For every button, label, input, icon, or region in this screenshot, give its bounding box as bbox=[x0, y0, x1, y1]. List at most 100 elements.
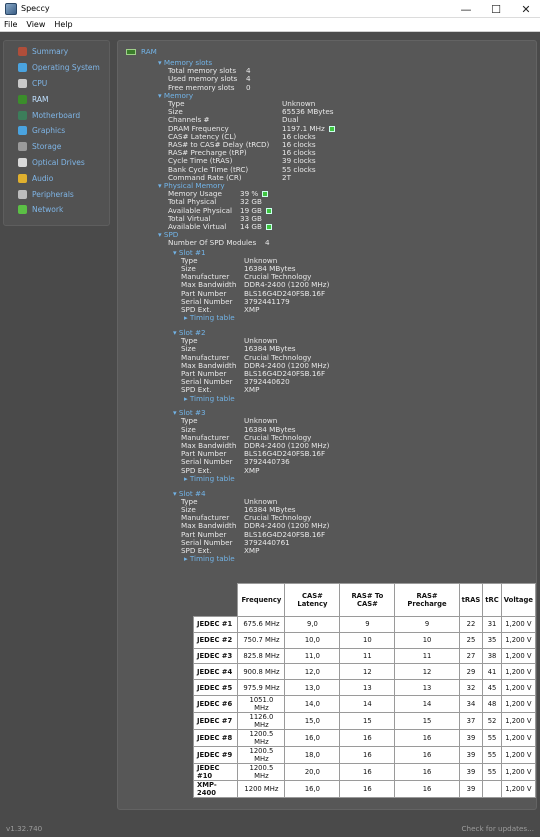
sidebar-item-label: Motherboard bbox=[32, 110, 81, 120]
timing-cell: 1,200 V bbox=[500, 663, 537, 681]
sidebar-item-summary[interactable]: Summary bbox=[4, 44, 109, 60]
timing-cell: 1,200 V bbox=[500, 728, 537, 747]
timing-table-link[interactable]: ▸ Timing table bbox=[184, 474, 235, 483]
timing-cell: 1200.5 MHz bbox=[237, 745, 286, 764]
timing-cell: 1,200 V bbox=[500, 762, 537, 781]
table-row: XMP-2400 1200 MHz 16,0 16 16 39 1,200 V bbox=[192, 779, 537, 798]
timing-cell: 1,200 V bbox=[500, 779, 537, 798]
slot-field-value: XMP bbox=[244, 465, 260, 475]
timing-table: Frequency CAS# Latency RAS# To CAS# RAS# Pr… bbox=[192, 583, 537, 798]
timing-cell: 39 bbox=[458, 728, 484, 747]
window-title: Speccy bbox=[21, 4, 50, 13]
timing-cell: 10 bbox=[339, 631, 396, 649]
profile-name: XMP-2400 bbox=[192, 779, 239, 798]
timing-table-link[interactable]: ▸ Timing table bbox=[184, 313, 235, 322]
timing-cell: 975.9 MHz bbox=[237, 679, 286, 696]
menu-help[interactable]: Help bbox=[54, 20, 72, 29]
timing-table-link[interactable]: ▸ Timing table bbox=[184, 394, 235, 403]
table-row: JEDEC #6 1051.0 MHz 14,0 14 14 34 48 1,200 V bbox=[192, 694, 537, 713]
minimize-button[interactable]: — bbox=[451, 0, 481, 18]
timing-cell: 39 bbox=[458, 779, 484, 798]
slot-field-value: XMP bbox=[244, 545, 260, 555]
timing-cell: 825.8 MHz bbox=[237, 647, 286, 665]
timing-cell: 1200 MHz bbox=[237, 779, 286, 798]
timing-cell: 11,0 bbox=[284, 647, 341, 665]
sidebar-item-cpu[interactable]: CPU bbox=[4, 76, 109, 92]
timing-cell: 14,0 bbox=[284, 694, 341, 713]
sidebar-item-optical-drives[interactable]: Optical Drives bbox=[4, 155, 109, 171]
timing-cell: 1,200 V bbox=[500, 616, 537, 633]
profile-name: JEDEC #10 bbox=[192, 762, 239, 781]
timing-cell: 34 bbox=[458, 694, 484, 713]
sidebar-item-network[interactable]: Network bbox=[4, 202, 109, 218]
timing-cell: 39 bbox=[458, 745, 484, 764]
timing-cell: 37 bbox=[458, 711, 484, 730]
sidebar-item-label: Audio bbox=[32, 173, 54, 183]
timing-cell: 16 bbox=[339, 762, 396, 781]
timing-cell: 16 bbox=[394, 779, 460, 798]
timing-cell: 41 bbox=[482, 663, 502, 681]
timing-cell: 31 bbox=[482, 616, 502, 633]
column-header: CAS# Latency bbox=[284, 583, 341, 617]
column-header: tRAS bbox=[458, 583, 484, 617]
timing-cell: 55 bbox=[482, 762, 502, 781]
table-row: JEDEC #2 750.7 MHz 10,0 10 10 25 35 1,200 V bbox=[192, 631, 537, 649]
ram-details-panel[interactable]: RAM ▾ Memory slots Total memory slots 4 Used… bbox=[117, 40, 537, 810]
status-bar: v1.32.740 Check for updates... bbox=[0, 820, 540, 837]
timing-cell: 12 bbox=[394, 663, 460, 681]
timing-cell: 1,200 V bbox=[500, 679, 537, 696]
check-updates-link[interactable]: Check for updates... bbox=[462, 824, 535, 833]
timing-cell: 22 bbox=[458, 616, 484, 633]
profile-name: JEDEC #4 bbox=[192, 663, 239, 681]
timing-cell: 10 bbox=[394, 631, 460, 649]
table-row: JEDEC #9 1200.5 MHz 18,0 16 16 39 55 1,200 V bbox=[192, 745, 537, 764]
timing-cell: 52 bbox=[482, 711, 502, 730]
column-header: Voltage bbox=[500, 583, 537, 617]
timing-cell: 1,200 V bbox=[500, 631, 537, 649]
motherboard-icon bbox=[18, 110, 27, 120]
timing-cell: 16 bbox=[339, 728, 396, 747]
timing-cell bbox=[482, 779, 502, 798]
sidebar-item-peripherals[interactable]: Peripherals bbox=[4, 186, 109, 202]
sidebar-item-storage[interactable]: Storage bbox=[4, 139, 109, 155]
menu-bar: File View Help bbox=[0, 18, 540, 32]
timing-cell: 15 bbox=[339, 711, 396, 730]
close-button[interactable]: ✕ bbox=[511, 0, 540, 18]
timing-cell: 16 bbox=[394, 728, 460, 747]
sidebar-item-audio[interactable]: Audio bbox=[4, 170, 109, 186]
menu-file[interactable]: File bbox=[4, 20, 17, 29]
timing-cell: 55 bbox=[482, 745, 502, 764]
timing-cell: 29 bbox=[458, 663, 484, 681]
timing-cell: 9,0 bbox=[284, 616, 341, 633]
timing-cell: 20,0 bbox=[284, 762, 341, 781]
profile-name: JEDEC #9 bbox=[192, 745, 239, 764]
timing-table-link[interactable]: ▸ Timing table bbox=[184, 554, 235, 563]
sidebar-item-label: Graphics bbox=[32, 126, 66, 136]
table-row: JEDEC #4 900.8 MHz 12,0 12 12 29 41 1,200 V bbox=[192, 663, 537, 681]
timing-cell: 1,200 V bbox=[500, 711, 537, 730]
sidebar-item-graphics[interactable]: Graphics bbox=[4, 123, 109, 139]
profile-name: JEDEC #7 bbox=[192, 711, 239, 730]
slot-field-value: XMP bbox=[244, 305, 260, 314]
monitor-icon bbox=[18, 126, 27, 136]
summary-icon bbox=[18, 47, 27, 57]
sidebar-item-label: RAM bbox=[32, 94, 49, 104]
version-label: v1.32.740 bbox=[6, 824, 43, 833]
timing-cell: 15,0 bbox=[284, 711, 341, 730]
ram-icon bbox=[18, 94, 27, 104]
maximize-button[interactable]: ☐ bbox=[481, 0, 511, 18]
timing-cell: 1,200 V bbox=[500, 647, 537, 665]
menu-view[interactable]: View bbox=[26, 20, 45, 29]
table-row: JEDEC #5 975.9 MHz 13,0 13 13 32 45 1,200 V bbox=[192, 679, 537, 696]
profile-name: JEDEC #5 bbox=[192, 679, 239, 696]
sidebar-item-ram[interactable]: RAM bbox=[4, 91, 109, 107]
sidebar-item-operating-system[interactable]: Operating System bbox=[4, 60, 109, 76]
speccy-app-icon bbox=[5, 2, 17, 15]
timing-cell: 675.6 MHz bbox=[237, 616, 286, 633]
timing-cell: 16 bbox=[339, 745, 396, 764]
sidebar-item-motherboard[interactable]: Motherboard bbox=[4, 107, 109, 123]
timing-cell: 16,0 bbox=[284, 779, 341, 798]
timing-cell: 9 bbox=[394, 616, 460, 633]
timing-cell: 39 bbox=[458, 762, 484, 781]
timing-cell: 38 bbox=[482, 647, 502, 665]
